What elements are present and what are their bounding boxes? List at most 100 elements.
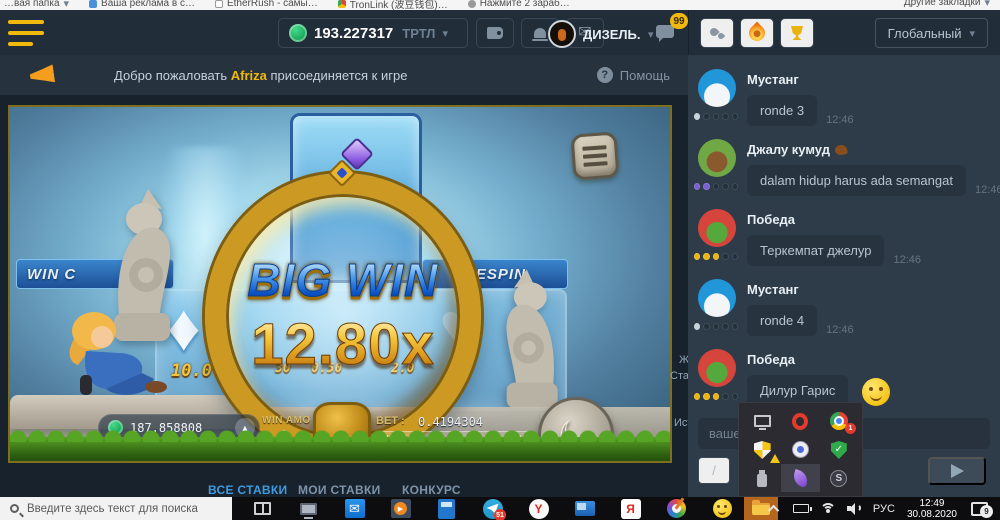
chat-bubble: ronde 4 — [747, 305, 817, 336]
battery-icon[interactable] — [793, 504, 809, 513]
folder-icon — [752, 503, 770, 515]
wallet-button[interactable] — [476, 18, 514, 48]
taskbar-search-input[interactable] — [27, 503, 227, 515]
user-badges — [694, 393, 738, 400]
bookmark-item[interactable]: TronLink (波豆钱包)… — [338, 0, 448, 10]
win-amount-label: WIN AMO — [262, 415, 311, 426]
taskbar-emoji-app-icon[interactable] — [712, 498, 733, 519]
tray-media-icon[interactable] — [781, 436, 819, 465]
avatar[interactable] — [698, 139, 736, 177]
speaker-icon[interactable] — [847, 503, 861, 514]
balance-amount: 193.227317 — [314, 25, 393, 42]
balance-selector[interactable]: 193.227317 ТРТЛ ▾ — [278, 18, 468, 48]
bet-value: 0.4194304 — [418, 415, 483, 429]
slot-game-canvas[interactable]: WIN C RESPIN ♦ ♥ 10.0 30 0.50 2.0 — [8, 105, 672, 463]
taskbar-paint-icon[interactable] — [666, 498, 687, 519]
big-win-label: BIG WIN — [193, 253, 493, 307]
rain-button[interactable] — [700, 18, 734, 48]
taskbar-yandex-browser-icon[interactable]: Y — [528, 498, 549, 519]
user-badges — [694, 113, 738, 120]
user-menu[interactable]: ДИЗЕЛЬ... ▾ — [548, 20, 654, 48]
menu-button[interactable] — [8, 20, 44, 46]
chat-username[interactable]: Мустанг — [747, 282, 854, 297]
system-tray: РУС 12:4930.08.2020 9 — [771, 497, 1000, 520]
unread-count-badge: 51 — [494, 509, 506, 520]
chat-bubble: ronde 3 — [747, 95, 817, 126]
tray-opera-icon[interactable] — [781, 407, 819, 436]
avatar[interactable] — [698, 69, 736, 107]
taskbar-taskview-icon[interactable] — [252, 498, 273, 519]
chat-time: 12:46 — [893, 254, 921, 266]
taskbar-video-icon[interactable]: ▶ — [390, 498, 411, 519]
avatar[interactable] — [698, 349, 736, 387]
search-icon — [10, 504, 19, 513]
contest-button[interactable] — [780, 18, 814, 48]
game-menu-button[interactable] — [570, 131, 619, 180]
tray-steam-icon[interactable]: S — [820, 464, 858, 492]
currency-label: ТРТЛ — [402, 26, 435, 41]
chat-username[interactable]: Победа — [747, 212, 921, 227]
chat-bubble-icon — [656, 25, 674, 38]
chat-username[interactable]: Джалу кумуд — [747, 142, 1000, 157]
tray-feather-icon[interactable] — [781, 464, 819, 492]
taskbar-photos-icon[interactable] — [574, 498, 595, 519]
bookmark-item[interactable]: Ваша реклама в с… — [89, 0, 195, 9]
avatar — [548, 20, 576, 48]
taskbar-telegram-icon[interactable]: 51 — [482, 498, 503, 519]
avatar[interactable] — [698, 279, 736, 317]
send-message-button[interactable] — [928, 457, 986, 485]
bookmark-item[interactable]: EtherRush - самы… — [215, 0, 318, 9]
wifi-icon[interactable] — [820, 503, 836, 514]
search-favicon — [468, 0, 476, 8]
chat-username[interactable]: Мустанг — [747, 72, 854, 87]
tray-antivirus-icon[interactable]: ✓ — [820, 436, 858, 465]
chat-message: Мустанг ronde 4 12:46 — [698, 279, 990, 336]
send-icon — [951, 464, 964, 478]
win-multiplier: 12.80x — [193, 311, 493, 378]
announcement-text: Добро пожаловать Afriza присоединяется к… — [114, 68, 407, 83]
rain-icon — [709, 26, 725, 40]
chat-room-select[interactable]: Глобальный ▾ — [875, 18, 988, 48]
taskbar-mail-icon[interactable]: ✉ — [344, 498, 365, 519]
bookmark-item[interactable]: …вая папка▾ — [4, 0, 69, 10]
username: ДИЗЕЛЬ... — [583, 27, 641, 42]
taskbar-computer-icon[interactable] — [298, 498, 319, 519]
announcement-username[interactable]: Afriza — [231, 68, 267, 83]
trophy-icon — [790, 26, 805, 40]
action-center-icon[interactable]: 9 — [971, 502, 988, 516]
play-icon: ▶ — [394, 502, 407, 515]
bookmark-item[interactable]: Нажмите 2 зараб… — [468, 0, 570, 9]
tray-display-icon[interactable] — [743, 407, 781, 436]
chat-bubble: dalam hidup harus ada semangat — [747, 165, 966, 196]
megaphone-icon — [29, 64, 55, 85]
chat-message: Победа Теркемпат джелур 12:46 — [698, 209, 990, 266]
taskbar-search[interactable] — [0, 497, 232, 520]
chevron-down-icon: ▾ — [984, 0, 990, 9]
coin-icon — [289, 24, 307, 42]
tray-utility-icon[interactable] — [743, 464, 781, 492]
taskbar-yandex-icon[interactable]: Я — [620, 498, 641, 519]
chat-username[interactable]: Победа — [747, 352, 890, 367]
taskbar-calculator-icon[interactable] — [436, 498, 457, 519]
tab-my-bets[interactable]: МОИ СТАВКИ — [298, 483, 381, 497]
chat-message-list: Мустанг ronde 3 12:46 Джалу кумуд dalam … — [688, 55, 1000, 419]
tray-defender-icon[interactable] — [743, 436, 781, 465]
notification-count-badge: 1 — [845, 423, 856, 434]
avatar[interactable] — [698, 209, 736, 247]
chat-message: Мустанг ronde 3 12:46 — [698, 69, 990, 126]
tab-all-bets[interactable]: ВСЕ СТАВКИ — [208, 483, 287, 497]
tray-browser-icon[interactable]: 1 — [820, 407, 858, 436]
language-indicator[interactable]: РУС — [873, 503, 895, 515]
chevron-down-icon: ▾ — [64, 0, 70, 10]
question-icon: ? — [597, 67, 613, 83]
help-button[interactable]: ? Помощь — [597, 67, 670, 83]
fireball-button[interactable] — [740, 18, 774, 48]
boy-character — [54, 303, 172, 409]
other-bookmarks-button[interactable]: Другие закладки▾ — [904, 0, 990, 9]
chat-commands-button[interactable]: / — [698, 457, 730, 484]
tab-contest[interactable]: КОНКУРС — [402, 483, 461, 497]
chat-bubble: Теркемпат джелур — [747, 235, 884, 266]
chat-toggle-button[interactable]: 99 — [652, 19, 684, 49]
taskbar-clock[interactable]: 12:4930.08.2020 — [907, 498, 957, 520]
favicon — [215, 0, 223, 8]
